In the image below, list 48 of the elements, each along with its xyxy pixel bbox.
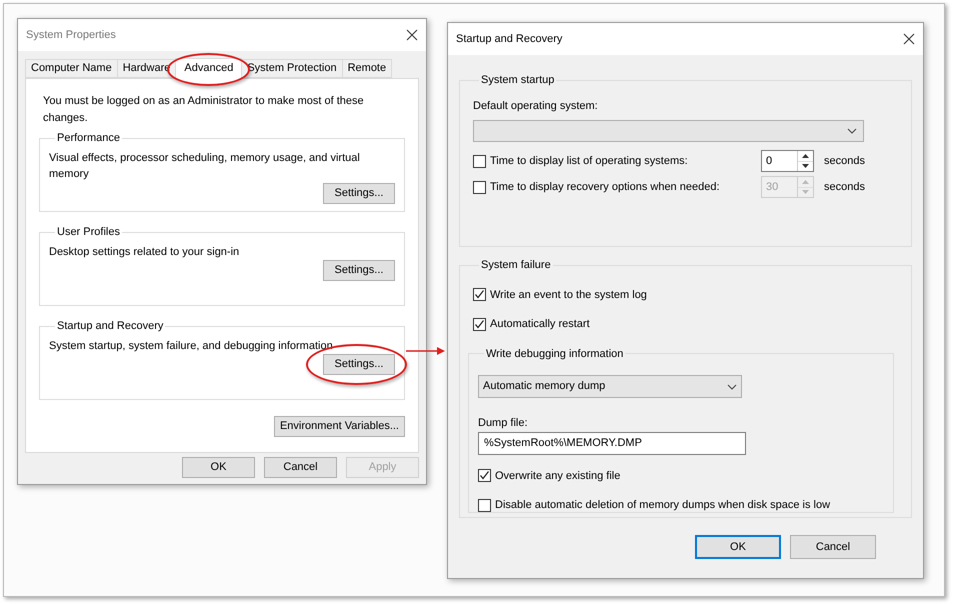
close-icon[interactable]	[903, 33, 915, 45]
checkbox-label[interactable]: Write an event to the system log	[490, 286, 647, 303]
dialog-button[interactable]: Cancel	[790, 535, 876, 559]
unit-label: seconds	[824, 180, 865, 195]
field-label: Dump file:	[478, 416, 529, 431]
close-icon[interactable]	[406, 29, 418, 41]
tab[interactable]: Advanced	[175, 58, 242, 79]
unit-label: seconds	[824, 154, 865, 169]
text-field[interactable]: %SystemRoot%\MEMORY.DMP	[478, 432, 746, 454]
group-description: Desktop settings related to your sign-in	[49, 244, 240, 260]
window-title: System Properties	[26, 28, 116, 43]
group-title: Write debugging information	[485, 346, 624, 362]
spin-box[interactable]: 0	[761, 150, 814, 172]
dialog-button[interactable]: OK	[182, 457, 255, 478]
group-description: Visual effects, processor scheduling, memory usage, and virtual memory	[49, 150, 361, 182]
spin-value: 30	[765, 180, 780, 195]
dialog-button[interactable]: OK	[695, 535, 781, 559]
settings-button[interactable]: Settings...	[323, 354, 395, 375]
environment-variables-button[interactable]: Environment Variables...	[274, 416, 405, 437]
dialog-button[interactable]: Cancel	[264, 457, 337, 478]
tab[interactable]: Remote	[342, 59, 392, 78]
tab[interactable]: Computer Name	[25, 59, 118, 78]
group-title: System failure	[480, 258, 552, 273]
checkbox[interactable]	[478, 498, 491, 512]
checkbox-label[interactable]: Time to display list of operating systems:	[490, 152, 688, 170]
spin-value: 0	[765, 154, 774, 169]
checkbox-label[interactable]: Disable automatic deletion of memory dumps when disk space is low	[495, 497, 830, 514]
checkbox[interactable]	[473, 318, 486, 331]
dropdown[interactable]: Automatic memory dump	[478, 375, 742, 398]
checkbox[interactable]	[478, 469, 491, 482]
annotation-arrow	[406, 347, 445, 355]
group-title: User Profiles	[56, 225, 121, 240]
field-label: Default operating system:	[473, 98, 599, 114]
settings-button[interactable]: Settings...	[323, 182, 395, 204]
group-title: System startup	[480, 73, 556, 88]
window-title: Startup and Recovery	[456, 32, 562, 47]
checkbox-label[interactable]: Automatically restart	[490, 316, 590, 332]
chevron-down-icon	[727, 384, 737, 390]
settings-button[interactable]: Settings...	[323, 260, 395, 281]
notice-text: You must be logged on as an Administrator to make most of these changes.	[42, 94, 365, 126]
group-title: Performance	[56, 131, 121, 146]
checkbox-label[interactable]: Overwrite any existing file	[495, 468, 620, 484]
dropdown-value: Automatic memory dump	[483, 379, 606, 394]
chevron-down-icon	[847, 128, 857, 134]
checkbox[interactable]	[473, 288, 486, 302]
group-description: System startup, system failure, and debugging information	[49, 338, 334, 354]
checkbox[interactable]	[473, 154, 486, 168]
group-title: Startup and Recovery	[56, 319, 164, 334]
